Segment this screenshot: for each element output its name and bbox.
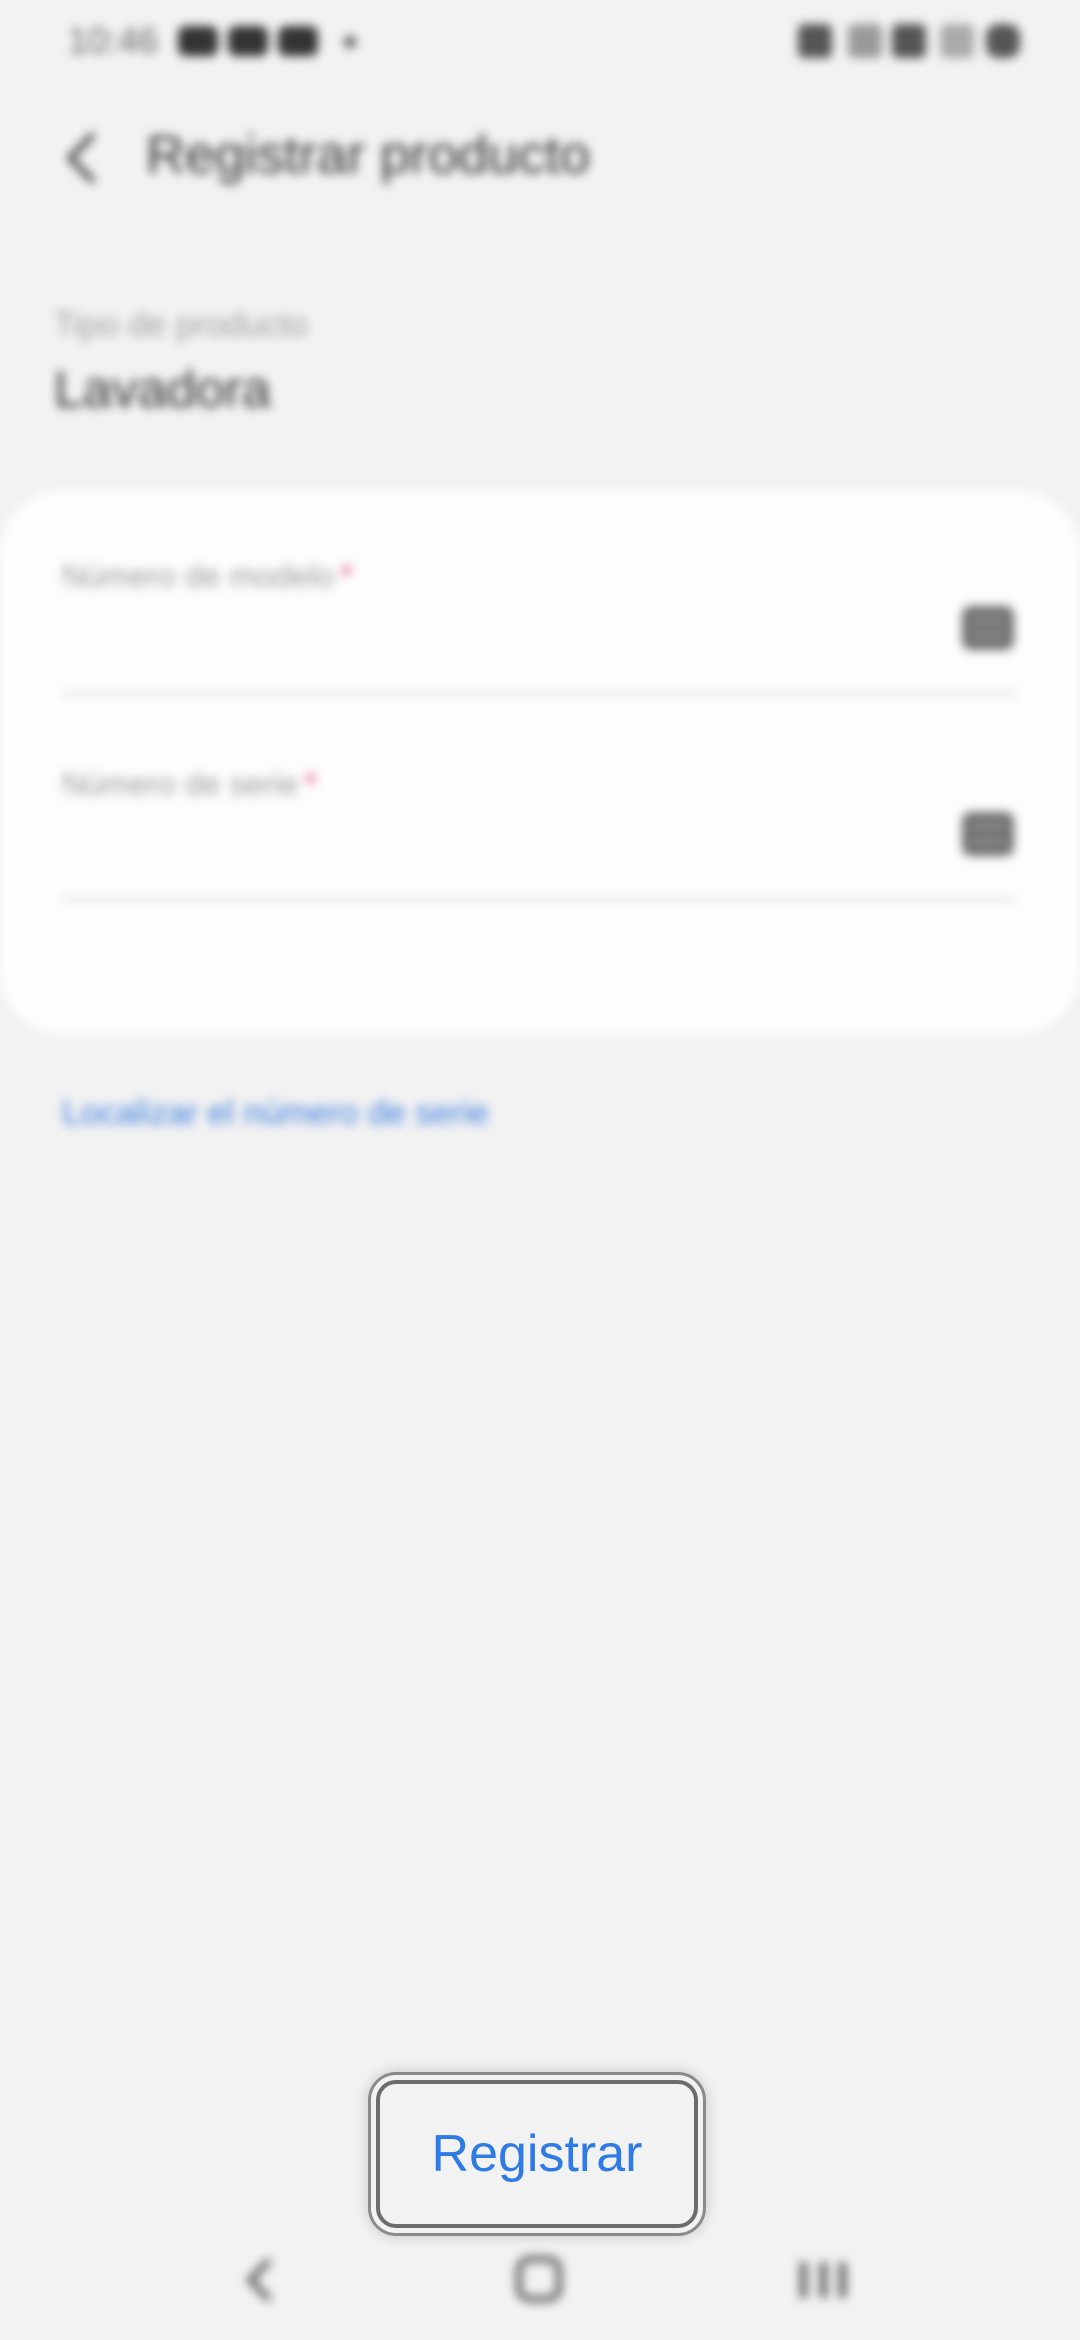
signal-icon: [940, 24, 974, 58]
wifi-call-icon: [848, 24, 882, 58]
notification-icon: [278, 26, 318, 56]
status-bar: 10:46: [0, 0, 1080, 84]
nav-back-icon[interactable]: [240, 2258, 280, 2302]
alarm-icon: [798, 24, 832, 58]
register-button[interactable]: Registrar: [376, 2080, 698, 2228]
serial-number-label-text: Número de serie: [62, 766, 299, 802]
model-number-input[interactable]: [62, 608, 1016, 670]
back-arrow-icon[interactable]: [62, 130, 102, 186]
locate-serial-number-link[interactable]: Localizar el número de serie: [62, 1094, 489, 1133]
notification-icon: [178, 26, 218, 56]
serial-number-label: Número de serie *: [62, 766, 317, 803]
serial-number-input[interactable]: [62, 814, 1016, 876]
sim-icon: [892, 24, 926, 58]
required-mark: *: [304, 766, 317, 802]
battery-icon: [986, 24, 1020, 58]
blurred-background: 10:46 Registrar producto Tipo de product…: [0, 0, 1080, 2340]
notification-icon: [228, 26, 268, 56]
more-notifications-dot-icon: [344, 36, 356, 48]
serial-number-underline: [62, 898, 1016, 901]
model-number-label-text: Número de modelo: [62, 558, 335, 594]
nav-home-icon[interactable]: [516, 2256, 562, 2302]
registration-form-card: Número de modelo * Número de serie *: [0, 490, 1080, 1035]
page-title: Registrar producto: [146, 125, 591, 185]
model-number-label: Número de modelo *: [62, 558, 353, 595]
required-mark: *: [340, 558, 353, 594]
recents-bar: [800, 2262, 807, 2298]
keyboard-icon[interactable]: [962, 812, 1014, 856]
product-type-label: Tipo de producto: [54, 306, 308, 344]
app-screen: 10:46 Registrar producto Tipo de product…: [0, 0, 1080, 2340]
model-number-underline: [62, 692, 1016, 695]
product-type-value: Lavadora: [54, 361, 271, 419]
status-time: 10:46: [68, 20, 159, 61]
recents-bar: [839, 2262, 846, 2298]
nav-recents-icon[interactable]: [800, 2262, 846, 2298]
recents-bar: [819, 2262, 827, 2298]
keyboard-icon[interactable]: [962, 606, 1014, 650]
